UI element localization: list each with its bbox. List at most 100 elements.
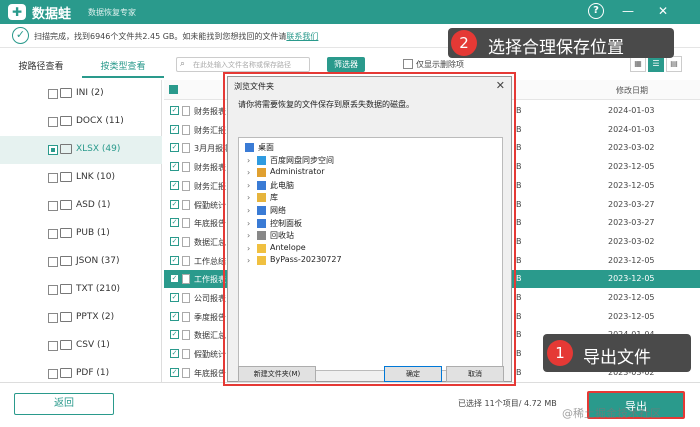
tree-node-label: 百度网盘同步空间: [270, 155, 334, 165]
sidebar-item[interactable]: DOCX (11): [0, 108, 162, 136]
close-icon[interactable]: ✕: [655, 3, 671, 19]
sidebar-item-checkbox[interactable]: [48, 257, 58, 267]
expand-arrow-icon[interactable]: ›: [247, 244, 250, 253]
folder-icon: [257, 243, 266, 253]
tree-node[interactable]: › 百度网盘同步空间: [239, 155, 502, 167]
sidebar-item[interactable]: LNK (10): [0, 164, 162, 192]
row-checkbox[interactable]: ✓: [170, 330, 179, 340]
sidebar-item-label: PUB (1): [76, 228, 110, 238]
row-checkbox[interactable]: ✓: [170, 311, 179, 321]
contact-us-link[interactable]: 联系我们: [286, 32, 318, 41]
grid-view-icon[interactable]: ▦: [630, 56, 646, 72]
sidebar-item-checkbox[interactable]: [48, 201, 58, 211]
filter-button[interactable]: 筛选器: [327, 57, 365, 72]
expand-arrow-icon[interactable]: ›: [247, 219, 250, 228]
sidebar-item-checkbox[interactable]: [48, 117, 58, 127]
dialog-close-icon[interactable]: ✕: [496, 79, 505, 92]
tree-node[interactable]: › 库: [239, 192, 502, 204]
spreadsheet-file-icon: [182, 311, 190, 322]
row-checkbox[interactable]: ✓: [170, 199, 179, 209]
sidebar-item[interactable]: CSV (1): [0, 332, 162, 360]
tree-node[interactable]: › Administrator: [239, 167, 502, 179]
spreadsheet-file-icon: [182, 367, 190, 378]
date-column-header[interactable]: 修改日期: [616, 85, 648, 96]
sidebar-item-checkbox[interactable]: [48, 89, 58, 99]
callout-save-text: 选择合理保存位置: [488, 38, 624, 58]
expand-arrow-icon[interactable]: ›: [247, 168, 250, 177]
tree-node[interactable]: › 网络: [239, 205, 502, 217]
back-button[interactable]: 返回: [14, 393, 114, 415]
tree-node[interactable]: › ByPass-20230727: [239, 255, 502, 267]
sidebar-item[interactable]: PUB (1): [0, 220, 162, 248]
detail-view-icon[interactable]: ▤: [666, 56, 682, 72]
spreadsheet-file-icon: [182, 349, 190, 360]
app-name: 数据蛙: [32, 7, 72, 22]
sidebar-item-checkbox[interactable]: [48, 341, 58, 351]
tree-node[interactable]: › 控制面板: [239, 218, 502, 230]
row-checkbox[interactable]: ✓: [170, 255, 179, 265]
tree-node-label: 回收站: [270, 231, 294, 241]
row-modified-date: 2023-12-05: [608, 162, 655, 172]
expand-arrow-icon[interactable]: ›: [247, 206, 250, 215]
only-deleted-checkbox[interactable]: [403, 59, 413, 69]
row-modified-date: 2023-03-02: [608, 236, 655, 246]
sidebar-item-checkbox[interactable]: [48, 173, 58, 183]
folder-tree[interactable]: 桌面 › 百度网盘同步空间 › Administrator › 此电脑 › 库 › 网络 › 控制面板 ›…: [238, 137, 503, 371]
sidebar-item-checkbox[interactable]: [48, 369, 58, 379]
sidebar-item[interactable]: XLSX (49): [0, 136, 162, 164]
new-folder-button[interactable]: 新建文件夹(M): [238, 366, 316, 382]
row-checkbox[interactable]: ✓: [170, 180, 179, 190]
expand-arrow-icon[interactable]: ›: [247, 256, 250, 265]
row-file-size: B: [516, 274, 522, 284]
row-checkbox[interactable]: ✓: [170, 162, 179, 172]
tab-by-type[interactable]: 按类型查看: [82, 56, 164, 78]
row-checkbox[interactable]: ✓: [170, 106, 179, 115]
sidebar-item-checkbox[interactable]: [48, 145, 58, 155]
tree-node[interactable]: › Antelope: [239, 243, 502, 255]
sidebar-item-checkbox[interactable]: [48, 229, 58, 239]
sidebar-item-label: LNK (10): [76, 172, 115, 182]
row-checkbox[interactable]: ✓: [170, 367, 179, 377]
expand-arrow-icon[interactable]: ›: [247, 181, 250, 190]
row-checkbox[interactable]: ✓: [170, 236, 179, 246]
spreadsheet-file-icon: [182, 199, 190, 210]
folder-icon: [60, 340, 72, 350]
tree-node[interactable]: › 此电脑: [239, 180, 502, 192]
ok-button[interactable]: 确定: [384, 366, 442, 382]
sidebar-item-label: JSON (37): [76, 256, 120, 266]
expand-arrow-icon[interactable]: ›: [247, 193, 250, 202]
tree-node[interactable]: › 回收站: [239, 230, 502, 242]
cancel-button[interactable]: 取消: [446, 366, 504, 382]
row-modified-date: 2023-03-27: [608, 199, 655, 209]
expand-arrow-icon[interactable]: ›: [247, 231, 250, 240]
list-view-icon[interactable]: ☰: [648, 56, 664, 72]
spreadsheet-file-icon: [182, 330, 190, 341]
sidebar-item[interactable]: INI (2): [0, 80, 162, 108]
folder-icon: [60, 228, 72, 238]
sidebar-item[interactable]: JSON (37): [0, 248, 162, 276]
row-checkbox[interactable]: ✓: [170, 143, 179, 153]
tab-by-path[interactable]: 按路径查看: [0, 56, 82, 78]
row-checkbox[interactable]: ✓: [170, 274, 179, 284]
search-input[interactable]: ⌕ 在此处输入文件名称或保存路径: [176, 57, 310, 72]
folder-icon: [60, 88, 72, 98]
row-modified-date: 2023-12-05: [608, 311, 655, 321]
only-deleted-label: 仅显示删除项: [416, 60, 464, 69]
row-checkbox[interactable]: ✓: [170, 293, 179, 302]
row-checkbox[interactable]: ✓: [170, 218, 179, 228]
help-icon[interactable]: ?: [588, 3, 604, 19]
row-checkbox[interactable]: ✓: [170, 124, 179, 134]
expand-arrow-icon[interactable]: ›: [247, 156, 250, 165]
select-all-checkbox[interactable]: [169, 85, 178, 94]
sidebar-item[interactable]: ASD (1): [0, 192, 162, 220]
row-checkbox[interactable]: ✓: [170, 349, 179, 359]
sidebar-item[interactable]: TXT (210): [0, 276, 162, 304]
sidebar-item-checkbox[interactable]: [48, 285, 58, 295]
row-file-size: B: [516, 330, 522, 340]
dialog-title: 浏览文件夹: [234, 82, 274, 91]
minimize-icon[interactable]: —: [620, 3, 636, 19]
tree-node[interactable]: 桌面: [239, 142, 502, 154]
sidebar-item[interactable]: PPTX (2): [0, 304, 162, 332]
row-file-size: B: [516, 349, 522, 359]
sidebar-item-checkbox[interactable]: [48, 313, 58, 323]
